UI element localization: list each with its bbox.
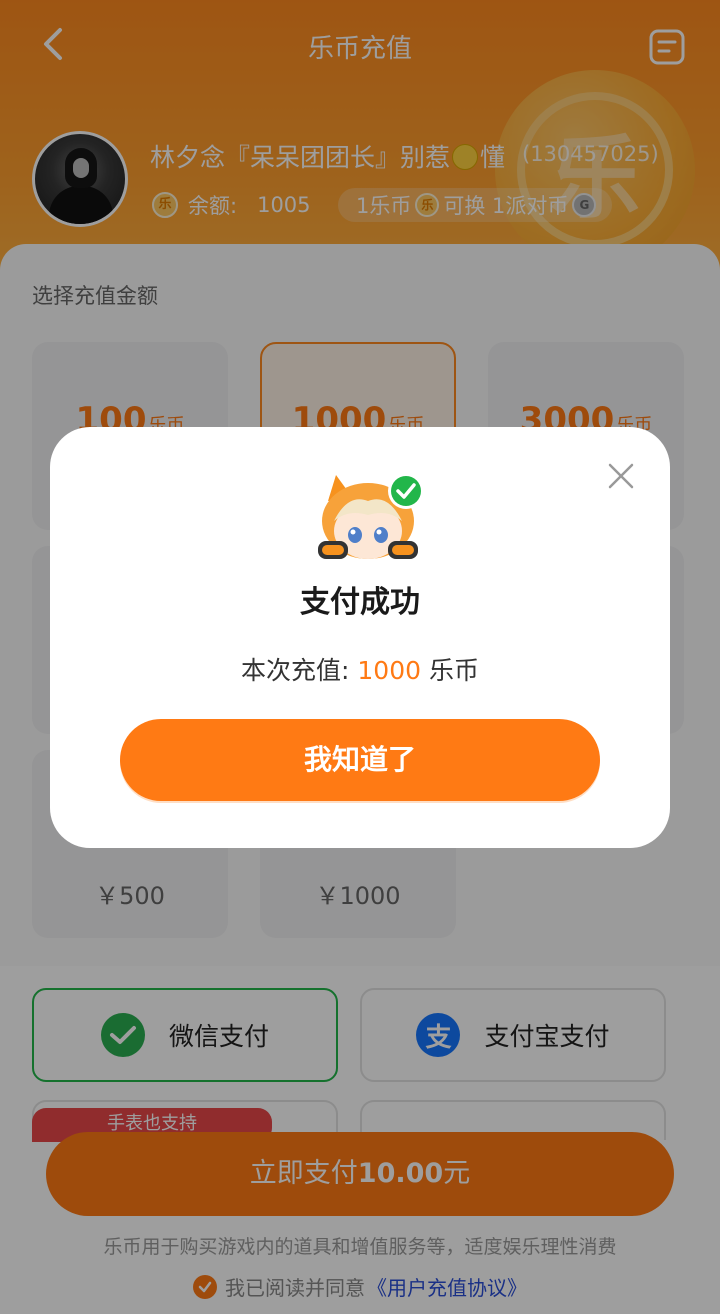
success-title: 支付成功 — [300, 585, 420, 620]
got-it-button[interactable]: 我知道了 — [120, 719, 600, 801]
recharge-amount: 1000 — [357, 656, 422, 685]
close-icon[interactable] — [606, 461, 636, 491]
mascot-success-icon — [318, 473, 424, 559]
recharge-summary: 本次充值: 1000 乐币 — [241, 656, 479, 685]
payment-success-dialog: 支付成功 本次充值: 1000 乐币 我知道了 — [50, 427, 670, 848]
